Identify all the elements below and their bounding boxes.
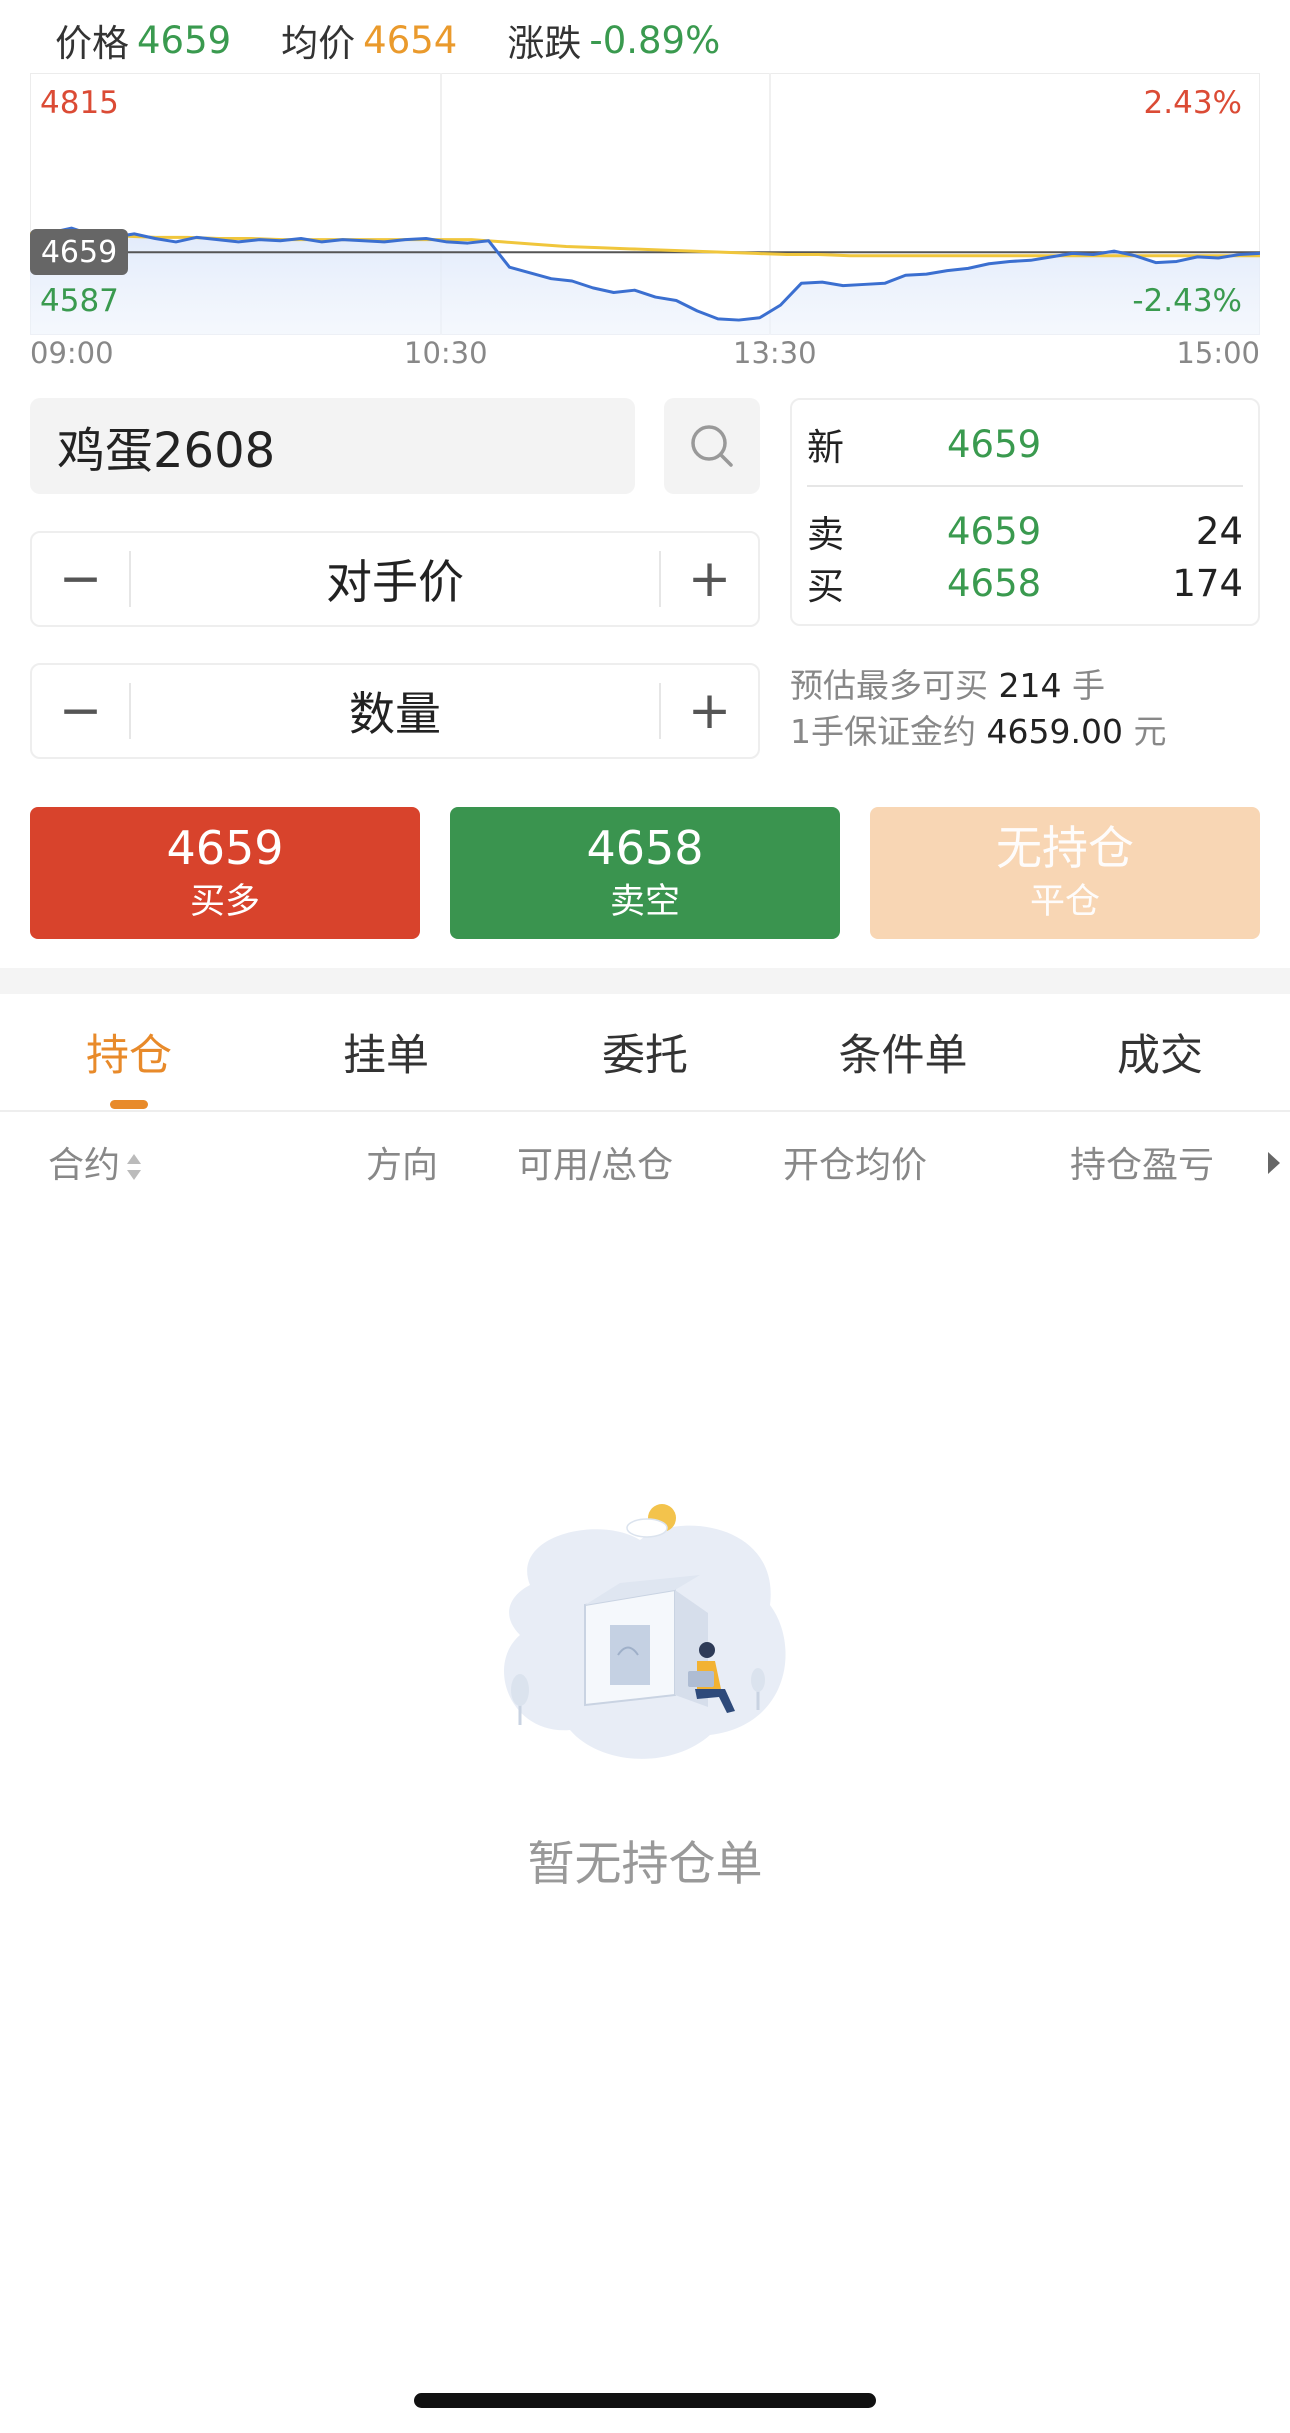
- chart-time-axis: 09:00 10:30 13:30 15:00: [30, 336, 1260, 372]
- margin-prefix: 1手保证金约: [790, 712, 976, 751]
- buy-price: 4659: [166, 821, 284, 875]
- chart-pct-high-label: 2.43%: [1143, 85, 1242, 121]
- price-mode-label[interactable]: 对手价: [129, 551, 661, 609]
- estimate-info: 预估最多可买 214 手 1手保证金约 4659.00 元: [790, 663, 1166, 755]
- avg-label: 均价: [281, 22, 356, 65]
- quote-ask-volume: 24: [1195, 509, 1243, 553]
- quote-ask-price: 4659: [947, 509, 1042, 553]
- time-tick: 09:00: [30, 336, 114, 370]
- avg-group: 均价 4654: [281, 13, 457, 67]
- close-label: 平仓: [1029, 882, 1100, 922]
- empty-box-illustration: [504, 1504, 786, 1759]
- position-tabs: 持仓 挂单 委托 条件单 成交: [0, 994, 1290, 1112]
- tab-trades[interactable]: 成交: [1060, 994, 1260, 1110]
- price-plus-button[interactable]: +: [661, 533, 758, 625]
- quote-panel: 新 4659 卖 4659 24 买 4658 174: [790, 398, 1260, 626]
- buy-label: 买多: [189, 882, 260, 922]
- chart-high-label: 4815: [40, 85, 119, 121]
- intraday-chart[interactable]: 4815 4587 2.43% -2.43% 4659: [30, 73, 1260, 335]
- qty-plus-button[interactable]: +: [661, 665, 758, 757]
- margin-value: 4659.00: [986, 712, 1123, 751]
- max-buy-prefix: 预估最多可买: [790, 666, 988, 705]
- price-stepper[interactable]: − 对手价 +: [30, 531, 760, 627]
- active-tab-indicator: [110, 1100, 148, 1109]
- chart-pct-low-label: -2.43%: [1132, 283, 1242, 319]
- quote-ask-row: 卖 4659 24: [807, 506, 1243, 557]
- sort-icon: [127, 1154, 142, 1180]
- price-group: 价格 4659: [55, 13, 231, 67]
- quantity-stepper[interactable]: − 数量 +: [30, 663, 760, 759]
- quote-bid-row: 买 4658 174: [807, 558, 1243, 609]
- sell-label: 卖空: [609, 882, 680, 922]
- col-contract-label: 合约: [48, 1145, 121, 1186]
- search-button[interactable]: [664, 398, 760, 494]
- price-area: [30, 228, 1260, 335]
- margin-unit: 元: [1133, 712, 1167, 751]
- max-buy-line: 预估最多可买 214 手: [790, 663, 1166, 709]
- quote-ask-label: 卖: [807, 513, 844, 556]
- ticker-bar: 价格 4659 均价 4654 涨跌 -0.89%: [55, 12, 770, 68]
- quote-divider: [807, 485, 1243, 487]
- sell-price: 4658: [586, 821, 704, 875]
- scroll-right-icon[interactable]: [1266, 1144, 1282, 1185]
- close-status: 无持仓: [996, 821, 1134, 875]
- qty-minus-button[interactable]: −: [32, 665, 129, 757]
- tab-positions[interactable]: 持仓: [29, 994, 229, 1110]
- close-position-button[interactable]: 无持仓 平仓: [870, 807, 1260, 939]
- buy-long-button[interactable]: 4659 买多: [30, 807, 420, 939]
- col-pnl: 持仓盈亏: [1070, 1145, 1215, 1186]
- price-value: 4659: [137, 18, 232, 62]
- time-tick: 13:30: [733, 336, 817, 370]
- tab-pending[interactable]: 挂单: [286, 994, 486, 1110]
- price-minus-button[interactable]: −: [32, 533, 129, 625]
- time-tick: 15:00: [1176, 336, 1260, 370]
- change-label: 涨跌: [507, 22, 582, 65]
- empty-state-text: 暂无持仓单: [527, 1837, 763, 1892]
- quote-bid-price: 4658: [947, 561, 1042, 605]
- chart-canvas: [30, 73, 1260, 335]
- change-group: 涨跌 -0.89%: [507, 13, 720, 67]
- max-buy-unit: 手: [1072, 666, 1105, 705]
- col-available-total: 可用/总仓: [517, 1145, 674, 1186]
- section-separator: [0, 968, 1290, 994]
- quote-bid-volume: 174: [1172, 561, 1243, 605]
- quote-last-value: 4659: [947, 422, 1042, 466]
- quote-last-label: 新: [807, 426, 844, 469]
- col-open-avg: 开仓均价: [783, 1145, 928, 1186]
- price-label: 价格: [55, 22, 129, 65]
- col-contract[interactable]: 合约: [48, 1136, 144, 1188]
- quote-bid-label: 买: [807, 565, 844, 608]
- max-buy-value: 214: [998, 666, 1062, 705]
- margin-line: 1手保证金约 4659.00 元: [790, 709, 1166, 755]
- search-icon: [691, 425, 733, 467]
- col-direction: 方向: [366, 1145, 439, 1186]
- change-value: -0.89%: [589, 18, 721, 62]
- current-price-tag: 4659: [30, 229, 128, 275]
- time-tick: 10:30: [404, 336, 488, 370]
- tab-orders[interactable]: 委托: [545, 994, 745, 1110]
- sell-short-button[interactable]: 4658 卖空: [450, 807, 840, 939]
- quote-last-row: 新 4659: [807, 419, 1243, 470]
- avg-value: 4654: [363, 18, 458, 62]
- positions-table-header: 合约 方向 可用/总仓 开仓均价 持仓盈亏: [0, 1114, 1290, 1202]
- chart-low-label: 4587: [40, 283, 119, 319]
- home-indicator[interactable]: [414, 2393, 876, 2408]
- tab-conditional[interactable]: 条件单: [803, 994, 1003, 1110]
- quantity-input[interactable]: 数量: [129, 683, 661, 741]
- symbol-field[interactable]: 鸡蛋2608: [30, 398, 635, 494]
